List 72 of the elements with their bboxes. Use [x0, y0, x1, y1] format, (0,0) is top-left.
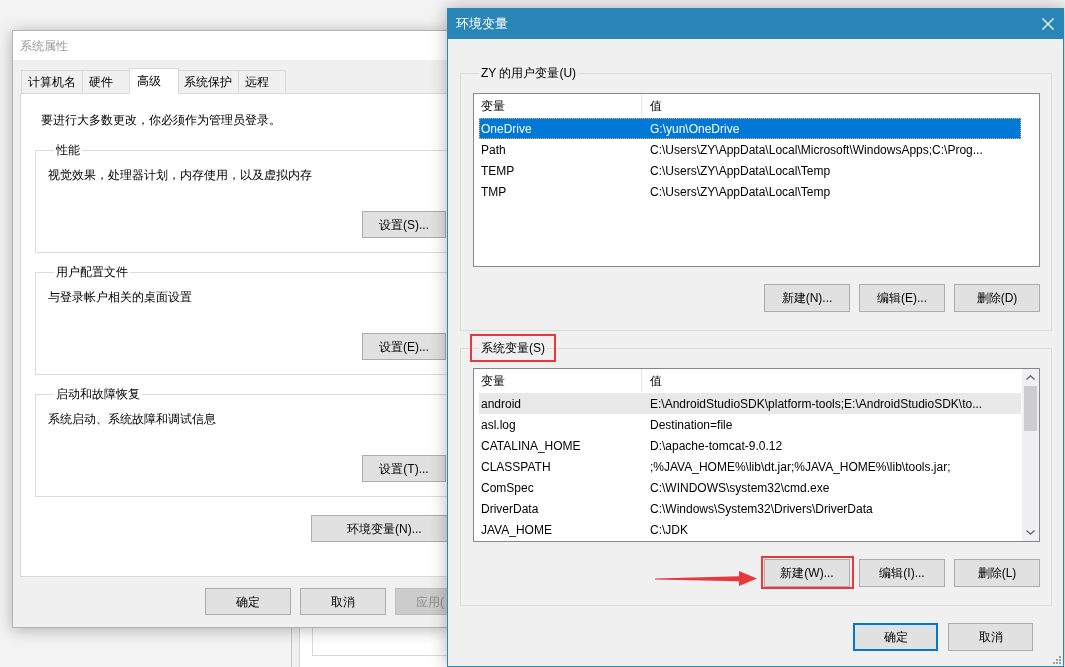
table-cell-text: android: [480, 395, 523, 412]
group-label: 系统变量(S): [481, 341, 545, 355]
group-description: 与登录帐户相关的桌面设置: [48, 289, 193, 305]
chevron-up-icon[interactable]: [1026, 375, 1035, 380]
resize-grip-icon: [1052, 655, 1061, 664]
action-button[interactable]: 新建(N)...: [764, 284, 850, 312]
window-title: 系统属性: [20, 37, 68, 54]
list-row[interactable]: JAVA_HOME C:\JDK: [479, 519, 1021, 540]
group-label: 用户配置文件: [56, 265, 128, 279]
column-header[interactable]: 值: [642, 94, 1021, 117]
list-row[interactable]: CATALINA_HOME D:\apache-tomcat-9.0.12: [479, 435, 1021, 456]
list-row[interactable]: Path C:\Users\ZY\AppData\Local\Microsoft\WindowsApps;C:\Prog...: [479, 139, 1021, 160]
dialog-button[interactable]: 取消: [300, 588, 386, 615]
list-row[interactable]: ComSpec C:\WINDOWS\system32\cmd.exe: [479, 477, 1021, 498]
action-button[interactable]: 删除(D): [954, 284, 1040, 312]
list-row[interactable]: asl.log Destination=file: [479, 414, 1021, 435]
column-header[interactable]: 变量: [479, 94, 642, 117]
group-label: 启动和故障恢复: [56, 387, 140, 401]
scrollbar-thumb[interactable]: [1024, 386, 1037, 431]
table-cell-text: C:\JDK: [649, 521, 688, 538]
table-cell-text: JAVA_HOME: [480, 521, 553, 538]
table-cell-text: ;%JAVA_HOME%\lib\dt.jar;%JAVA_HOME%\lib\tools.jar;: [649, 458, 951, 475]
table-cell-text: E:\AndroidStudioSDK\platform-tools;E:\AndroidStudioSDK\to...: [649, 395, 983, 412]
dialog-button[interactable]: 确定: [205, 588, 291, 615]
table-cell-text: G:\yun\OneDrive: [649, 120, 740, 137]
action-button[interactable]: 新建(W)...: [764, 559, 850, 587]
table-cell-text: C:\Users\ZY\AppData\Local\Microsoft\WindowsApps;C:\Prog...: [649, 141, 983, 158]
dialog-button[interactable]: 确定: [853, 623, 938, 651]
table-cell-text: C:\Windows\System32\Drivers\DriverData: [649, 500, 873, 517]
tab[interactable]: 远程: [238, 70, 286, 94]
list-row[interactable]: TMP C:\Users\ZY\AppData\Local\Temp: [479, 181, 1021, 202]
table-cell-text: asl.log: [480, 416, 517, 433]
chevron-down-icon[interactable]: [1026, 530, 1035, 535]
list-row[interactable]: OneDrive G:\yun\OneDrive: [479, 118, 1021, 139]
group-description: 系统启动、系统故障和调试信息: [48, 411, 217, 427]
column-header[interactable]: 值: [642, 369, 1021, 392]
table-cell-text: CATALINA_HOME: [480, 437, 582, 454]
action-button[interactable]: 编辑(E)...: [859, 284, 945, 312]
dialog-button[interactable]: 设置(S)...: [362, 211, 446, 238]
dialog-button[interactable]: 取消: [948, 623, 1033, 651]
table-cell-text: ComSpec: [480, 479, 535, 496]
table-cell-text: CLASSPATH: [480, 458, 552, 475]
table-cell-text: C:\Users\ZY\AppData\Local\Temp: [649, 162, 831, 179]
list-row[interactable]: CLASSPATH ;%JAVA_HOME%\lib\dt.jar;%JAVA_HOME%\lib\tools.jar;: [479, 456, 1021, 477]
dialog-button[interactable]: 设置(E)...: [362, 333, 446, 360]
close-icon[interactable]: [1042, 18, 1054, 30]
table-cell-text: TMP: [480, 183, 508, 200]
table-cell-text: C:\WINDOWS\system32\cmd.exe: [649, 479, 830, 496]
table-cell-text: TEMP: [480, 162, 516, 179]
table-cell-text: Path: [480, 141, 507, 158]
group-description: 视觉效果，处理器计划，内存使用，以及虚拟内存: [48, 167, 313, 183]
table-cell-text: C:\Users\ZY\AppData\Local\Temp: [649, 183, 831, 200]
list-row[interactable]: TEMP C:\Users\ZY\AppData\Local\Temp: [479, 160, 1021, 181]
arrow-icon: [655, 571, 757, 587]
table-cell-text: DriverData: [480, 500, 540, 517]
scrollbar[interactable]: [1022, 369, 1039, 541]
group-label: ZY 的用户变量(U): [481, 66, 577, 80]
window-title: 环境变量: [456, 16, 508, 32]
table-cell-text: D:\apache-tomcat-9.0.12: [649, 437, 783, 454]
column-header[interactable]: 变量: [479, 369, 642, 392]
dialog-button[interactable]: 环境变量(N)...: [311, 515, 447, 542]
table-cell-text: Destination=file: [649, 416, 733, 433]
table-cell-text: OneDrive: [480, 120, 533, 137]
group-label: 性能: [56, 143, 80, 157]
action-button[interactable]: 编辑(I)...: [859, 559, 945, 587]
tab[interactable]: 高级: [129, 68, 179, 94]
list-row[interactable]: DriverData C:\Windows\System32\Drivers\DriverData: [479, 498, 1021, 519]
dialog-button[interactable]: 设置(T)...: [362, 455, 446, 482]
action-button[interactable]: 删除(L): [954, 559, 1040, 587]
list-row[interactable]: android E:\AndroidStudioSDK\platform-tools;E:\AndroidStudioSDK\to...: [479, 393, 1021, 414]
notice-text: 要进行大多数更改，你必须作为管理员登录。: [40, 112, 282, 128]
tab[interactable]: 计算机名: [21, 70, 83, 94]
